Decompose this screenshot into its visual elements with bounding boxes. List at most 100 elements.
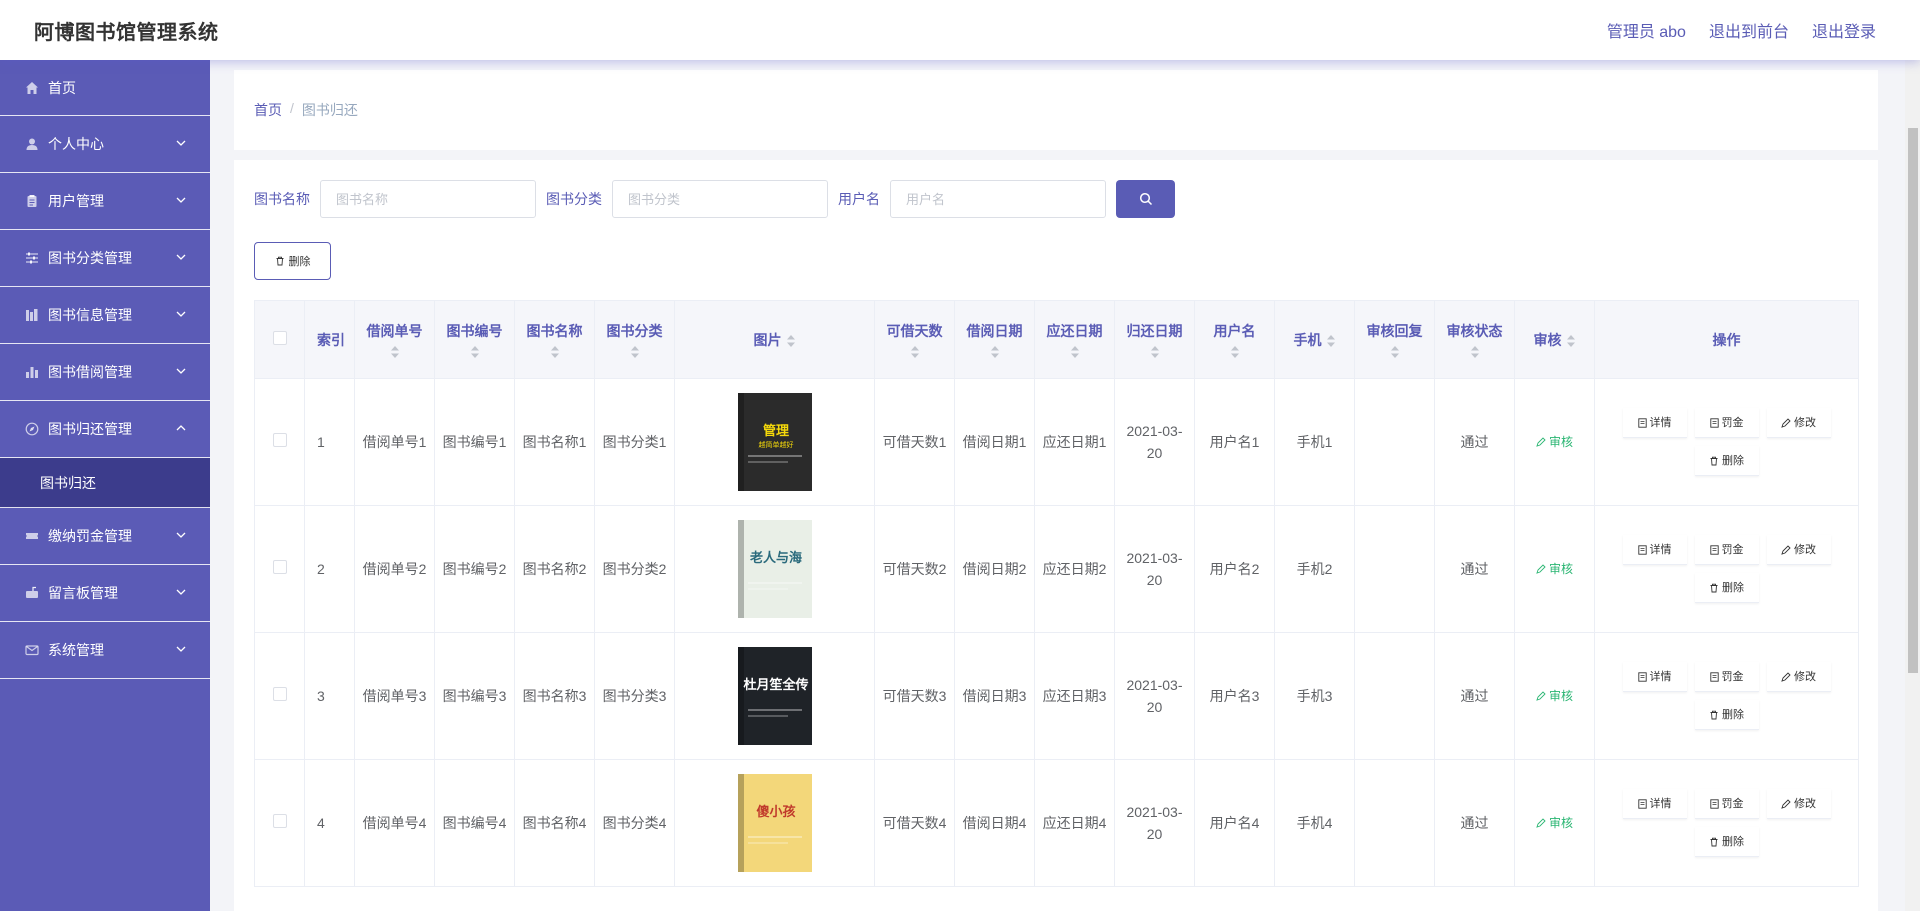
detail-button[interactable]: 详情 xyxy=(1622,662,1687,692)
cell-category: 图书分类1 xyxy=(594,378,675,506)
sort-icon[interactable] xyxy=(1070,345,1080,359)
cell-borrow-date: 借阅日期3 xyxy=(954,632,1035,760)
document-icon xyxy=(1709,417,1719,428)
fine-button[interactable]: 罚金 xyxy=(1694,535,1759,565)
sidebar-item-personal-center[interactable]: 个人中心 xyxy=(0,116,210,173)
audit-link[interactable]: 审核 xyxy=(1536,685,1573,707)
category-input[interactable] xyxy=(612,180,828,218)
delete-button[interactable]: 删除 xyxy=(1694,827,1759,857)
sidebar-item-message-board-management[interactable]: 留言板管理 xyxy=(0,565,210,622)
sort-icon[interactable] xyxy=(1150,345,1160,359)
exit-to-front-link[interactable]: 退出到前台 xyxy=(1709,18,1789,42)
detail-button[interactable]: 详情 xyxy=(1622,535,1687,565)
header-due-date[interactable]: 应还日期 xyxy=(1034,300,1115,379)
sort-icon[interactable] xyxy=(470,345,480,359)
sidebar-item-book-return-management[interactable]: 图书归还管理 xyxy=(0,401,210,458)
header-borrow-date[interactable]: 借阅日期 xyxy=(954,300,1035,379)
cell-borrow-date: 借阅日期2 xyxy=(954,505,1035,633)
sort-icon[interactable] xyxy=(910,345,920,359)
app-title: 阿博图书馆管理系统 xyxy=(34,22,219,44)
breadcrumb-home[interactable]: 首页 xyxy=(254,100,282,120)
header-book-no[interactable]: 图书编号 xyxy=(434,300,515,379)
sidebar-item-book-info-management[interactable]: 图书信息管理 xyxy=(0,287,210,344)
edit-button[interactable]: 修改 xyxy=(1766,662,1831,692)
row-checkbox[interactable] xyxy=(272,560,287,574)
sidebar-item-label: 系统管理 xyxy=(48,642,104,658)
page-scrollbar[interactable] xyxy=(1905,60,1920,911)
sort-icon[interactable] xyxy=(1470,345,1480,359)
fine-button[interactable]: 罚金 xyxy=(1694,408,1759,438)
cell-book-no: 图书编号3 xyxy=(434,632,515,760)
sort-icon[interactable] xyxy=(390,345,400,359)
detail-button[interactable]: 详情 xyxy=(1622,789,1687,819)
table-row: 2 借阅单号2 图书编号2 图书名称2 图书分类2 老人与海 可借天数2 借阅日期2 应还日期2… xyxy=(254,505,1859,633)
logout-link[interactable]: 退出登录 xyxy=(1812,18,1876,42)
delete-label: 删除 xyxy=(1722,835,1744,848)
sort-icon[interactable] xyxy=(990,345,1000,359)
delete-button[interactable]: 删除 xyxy=(1694,573,1759,603)
header-status[interactable]: 审核状态 xyxy=(1434,300,1515,379)
header-category[interactable]: 图书分类 xyxy=(594,300,675,379)
row-checkbox[interactable] xyxy=(272,687,287,701)
header-label: 应还日期 xyxy=(1046,322,1103,339)
audit-link[interactable]: 审核 xyxy=(1536,812,1573,834)
header-phone[interactable]: 手机 xyxy=(1274,300,1355,379)
book-name-input[interactable] xyxy=(320,180,536,218)
header-days[interactable]: 可借天数 xyxy=(874,300,955,379)
chevron-down-icon xyxy=(176,589,186,595)
cell-reply xyxy=(1354,632,1435,760)
cell-ops: 详情 罚金 修改删除 xyxy=(1594,759,1859,887)
search-button[interactable] xyxy=(1116,180,1175,218)
fine-button[interactable]: 罚金 xyxy=(1694,662,1759,692)
sort-icon[interactable] xyxy=(786,334,796,348)
header-reply[interactable]: 审核回复 xyxy=(1354,300,1435,379)
sidebar-item-user-management[interactable]: 用户管理 xyxy=(0,173,210,230)
header-image[interactable]: 图片 xyxy=(674,300,875,379)
header-label: 用户名 xyxy=(1213,322,1256,339)
sort-icon[interactable] xyxy=(1390,345,1400,359)
header-username[interactable]: 用户名 xyxy=(1194,300,1275,379)
cell-username: 用户名3 xyxy=(1194,632,1275,760)
cell-return-date: 2021-03-20 xyxy=(1114,378,1195,506)
detail-button[interactable]: 详情 xyxy=(1622,408,1687,438)
header-audit[interactable]: 审核 xyxy=(1514,300,1595,379)
row-checkbox[interactable] xyxy=(272,433,287,447)
scrollbar-thumb[interactable] xyxy=(1908,128,1918,673)
header-label: 借阅日期 xyxy=(966,322,1023,339)
sidebar-item-fine-management[interactable]: 缴纳罚金管理 xyxy=(0,508,210,565)
audit-link[interactable]: 审核 xyxy=(1536,558,1573,580)
sort-icon[interactable] xyxy=(1230,345,1240,359)
sort-icon[interactable] xyxy=(1566,334,1576,348)
sidebar-subitem-book-return[interactable]: 图书归还 xyxy=(0,458,210,508)
sort-icon[interactable] xyxy=(630,345,640,359)
batch-delete-button[interactable]: 删除 xyxy=(254,242,331,280)
fine-button[interactable]: 罚金 xyxy=(1694,789,1759,819)
sidebar-item-book-borrow-management[interactable]: 图书借阅管理 xyxy=(0,344,210,401)
delete-button[interactable]: 删除 xyxy=(1694,446,1759,476)
cell-book-name: 图书名称1 xyxy=(514,378,595,506)
edit-button[interactable]: 修改 xyxy=(1766,408,1831,438)
select-all-checkbox[interactable] xyxy=(272,331,287,345)
edit-button[interactable]: 修改 xyxy=(1766,789,1831,819)
header-borrow-no[interactable]: 借阅单号 xyxy=(354,300,435,379)
row-select-cell xyxy=(254,505,305,633)
header-book-name[interactable]: 图书名称 xyxy=(514,300,595,379)
ticket-icon xyxy=(24,528,40,544)
sidebar-item-home[interactable]: 首页 xyxy=(0,60,210,116)
sidebar-item-system-management[interactable]: 系统管理 xyxy=(0,622,210,679)
audit-link[interactable]: 审核 xyxy=(1536,431,1573,453)
cell-book-no: 图书编号4 xyxy=(434,759,515,887)
sidebar-item-book-category-management[interactable]: 图书分类管理 xyxy=(0,230,210,287)
row-checkbox[interactable] xyxy=(272,814,287,828)
sort-icon[interactable] xyxy=(550,345,560,359)
username-input[interactable] xyxy=(890,180,1106,218)
edit-button[interactable]: 修改 xyxy=(1766,535,1831,565)
sort-icon[interactable] xyxy=(1326,334,1336,348)
header-return-date[interactable]: 归还日期 xyxy=(1114,300,1195,379)
admin-link[interactable]: 管理员 abo xyxy=(1607,18,1686,42)
edit-icon xyxy=(1781,671,1791,682)
cell-days: 可借天数2 xyxy=(874,505,955,633)
delete-button[interactable]: 删除 xyxy=(1694,700,1759,730)
audit-label: 审核 xyxy=(1548,689,1573,703)
cell-status: 通过 xyxy=(1434,759,1515,887)
